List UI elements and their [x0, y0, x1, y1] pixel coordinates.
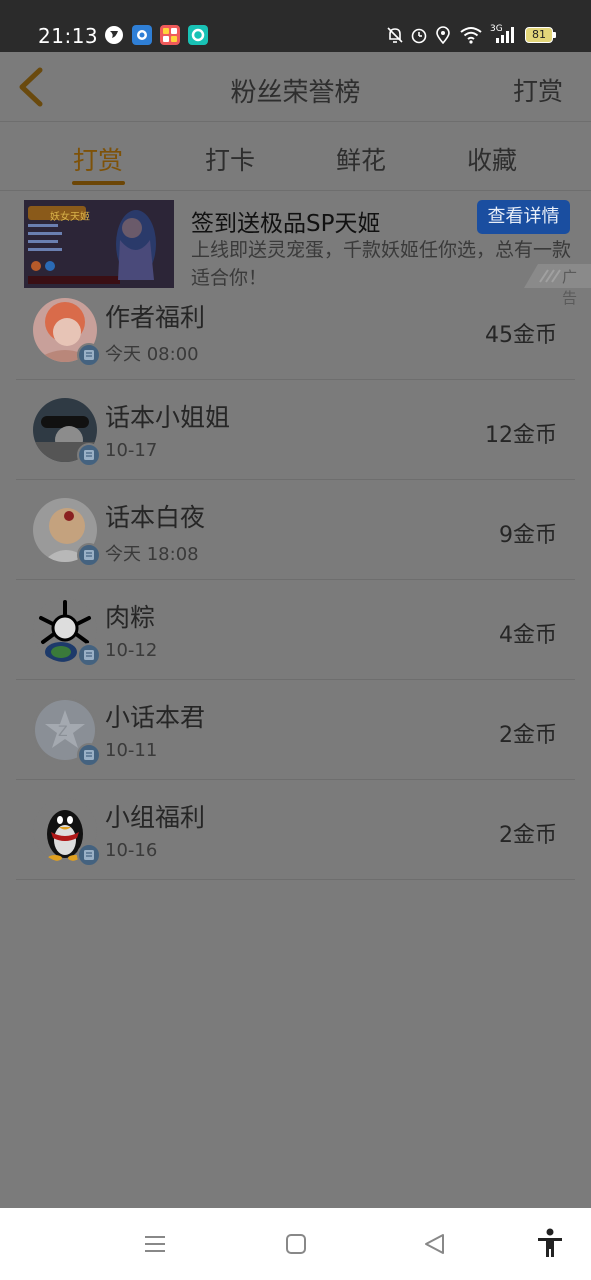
- alarm-icon: [410, 26, 428, 48]
- list-item[interactable]: 话本白夜 今天 18:08 9金币: [16, 480, 575, 580]
- fan-name: 话本白夜: [105, 503, 206, 532]
- system-nav-bar: [0, 1208, 591, 1280]
- fan-name: 小话本君: [105, 703, 206, 732]
- mute-bell-icon: [386, 26, 404, 48]
- verified-badge-icon: [77, 343, 101, 367]
- fan-amount: 45金币: [485, 323, 557, 348]
- wifi-icon: [460, 26, 482, 48]
- fan-name: 话本小姐姐: [105, 403, 231, 432]
- blue-app-icon: [132, 25, 152, 45]
- fan-name: 作者福利: [105, 303, 206, 332]
- ad-banner[interactable]: 妖女天姬 签到送极品SP天姬 上线即送灵宠蛋，千款妖姬任你选，总有一款适合你！ …: [0, 192, 591, 292]
- fan-amount: 2金币: [499, 723, 557, 748]
- list-item[interactable]: 话本小姐姐 10-17 12金币: [16, 380, 575, 480]
- verified-badge-icon: [77, 443, 101, 467]
- fan-amount: 4金币: [499, 623, 557, 648]
- fan-amount: 2金币: [499, 823, 557, 848]
- svg-text:Z: Z: [58, 724, 68, 740]
- fan-name: 肉粽: [105, 603, 156, 632]
- accessibility-icon[interactable]: [536, 1228, 564, 1258]
- fan-amount: 9金币: [499, 523, 557, 548]
- globe-app-icon: [104, 25, 124, 45]
- fan-time: 10-12: [105, 640, 158, 661]
- tab-favorites[interactable]: 收藏: [442, 141, 542, 177]
- fan-amount: 12金币: [485, 423, 557, 448]
- verified-badge-icon: [77, 743, 101, 767]
- list-item[interactable]: 小组福利 10-16 2金币: [16, 780, 575, 880]
- ad-image-caption: 妖女天姬: [50, 212, 90, 223]
- location-icon: [435, 26, 451, 48]
- ad-image[interactable]: [24, 200, 174, 288]
- list-item[interactable]: 肉粽 10-12 4金币: [16, 580, 575, 680]
- fan-time: 今天 18:08: [105, 544, 199, 565]
- back-triangle-icon[interactable]: [423, 1232, 447, 1256]
- verified-badge-icon: [77, 543, 101, 567]
- fan-time: 10-11: [105, 740, 158, 761]
- list-item[interactable]: 作者福利 今天 08:00 45金币: [16, 280, 575, 380]
- signal-icon: [494, 26, 516, 48]
- battery-icon: 81: [525, 27, 553, 43]
- active-tab-indicator: [72, 181, 125, 185]
- red-grid-app-icon: [160, 25, 180, 45]
- verified-badge-icon: [77, 843, 101, 867]
- status-bar: 21:13 3G 81: [0, 0, 591, 52]
- list-item[interactable]: Z 小话本君 10-11 2金币: [16, 680, 575, 780]
- status-time: 21:13: [38, 24, 99, 48]
- home-square-icon[interactable]: [284, 1232, 308, 1256]
- header: 粉丝荣誉榜 打赏: [0, 52, 591, 122]
- fan-time: 今天 08:00: [105, 344, 199, 365]
- ad-title: 签到送极品SP天姬: [191, 211, 381, 237]
- view-details-button[interactable]: 查看详情: [477, 200, 570, 234]
- tab-checkin[interactable]: 打卡: [180, 141, 280, 177]
- teal-app-icon: [188, 25, 208, 45]
- reward-button[interactable]: 打赏: [513, 72, 563, 108]
- fan-time: 10-17: [105, 440, 158, 461]
- page-title: 粉丝荣誉榜: [230, 78, 361, 108]
- fan-time: 10-16: [105, 840, 158, 861]
- tab-flowers[interactable]: 鲜花: [311, 141, 411, 177]
- battery-tip: [553, 32, 556, 38]
- menu-icon[interactable]: [143, 1232, 167, 1256]
- fan-name: 小组福利: [105, 803, 206, 832]
- tab-reward[interactable]: 打赏: [48, 141, 148, 177]
- verified-badge-icon: [77, 643, 101, 667]
